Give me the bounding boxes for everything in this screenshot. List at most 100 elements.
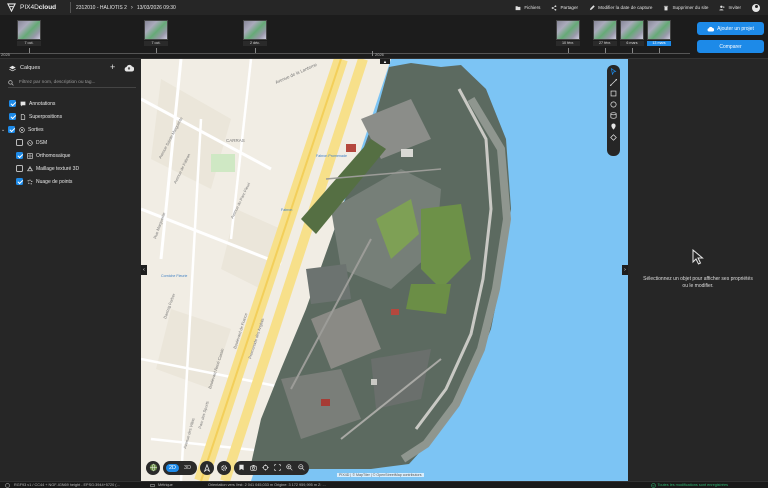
breadcrumb-project[interactable]: 2312010 - HALIOTIS 2 [76, 5, 127, 11]
document-icon [20, 113, 26, 120]
layer-dsm[interactable]: DSM [16, 138, 47, 147]
breadcrumb-date[interactable]: 13/03/2026 09:30 [137, 5, 176, 11]
layer-search[interactable]: Filtrez par nom, description ou tag... [8, 78, 136, 88]
compass-button[interactable] [200, 460, 215, 475]
collapse-left-panel-toggle[interactable]: ‹ [141, 265, 147, 275]
capture-thumbnail [620, 20, 644, 40]
timeline-tick [29, 48, 30, 53]
outputs-checkbox[interactable] [8, 126, 15, 133]
layers-panel: Calques + Filtrez par nom, description o… [0, 59, 141, 481]
circle-tool-icon[interactable] [610, 101, 617, 108]
crs-label[interactable]: RGF93 v1 / CC44 + NGF-IGN69 height - EPS… [14, 483, 120, 487]
capture-thumbnail [243, 20, 267, 40]
polygon-tool-icon[interactable] [610, 134, 617, 141]
layer-annotations[interactable]: Annotations [9, 99, 55, 108]
logo[interactable]: PIX4Dcloud [7, 3, 67, 12]
dsm-checkbox[interactable] [16, 139, 23, 146]
pointcloud-checkbox[interactable] [16, 178, 23, 185]
view-mode-toggle: 2D 3D [163, 460, 198, 475]
ruler-icon [150, 484, 155, 487]
compare-button[interactable]: Comparer [697, 40, 764, 53]
empty-selection-message: Sélectionnez un objet pour afficher ses … [643, 276, 753, 289]
collapse-timeline-toggle[interactable]: ▲ [380, 59, 390, 64]
map-canvas: Avenue de la Lanterne CARRAS Avenue Sain… [141, 59, 628, 481]
globe-icon [5, 483, 10, 488]
polyline-tool-icon[interactable] [610, 79, 617, 86]
timeline-thumb[interactable]: 7 oct. [17, 20, 41, 47]
layer-label: Nuage de points [36, 178, 73, 185]
invite-button[interactable]: Inviter [719, 5, 741, 11]
edit-capture-date-button[interactable]: Modifier la date de capture [589, 4, 653, 11]
settings-button[interactable] [217, 460, 232, 475]
layers-icon [9, 65, 16, 71]
capture-thumbnail [556, 20, 580, 40]
invite-label: Inviter [728, 5, 741, 10]
annotations-checkbox[interactable] [9, 100, 16, 107]
capture-thumbnail [17, 20, 41, 40]
pointer-select-icon[interactable] [610, 68, 617, 75]
folder-icon [515, 5, 521, 10]
map-drawing-toolbar [607, 65, 620, 156]
locate-icon[interactable] [262, 464, 269, 471]
properties-panel: Sélectionnez un objet pour afficher ses … [628, 59, 768, 481]
basemap-switcher[interactable] [146, 460, 160, 475]
layer-overlays[interactable]: Superpositions [9, 112, 62, 121]
mesh-checkbox[interactable] [16, 165, 23, 172]
save-status-text: Toutes les modifications sont enregistré… [657, 483, 729, 487]
layer-label: DSM [36, 139, 48, 146]
mode-2d-button[interactable]: 2D [166, 463, 180, 472]
timeline-thumb[interactable]: 10 févr. [556, 20, 580, 47]
layer-mesh[interactable]: Maillage texturé 3D [16, 164, 79, 173]
thumb-date: 13 mars [647, 41, 671, 46]
timeline-thumb-selected[interactable]: 13 mars [647, 20, 671, 47]
thumb-date: 10 févr. [556, 41, 580, 46]
add-project-button[interactable]: Ajouter un projet [697, 22, 764, 35]
add-layer-icon[interactable]: + [110, 62, 115, 72]
layer-pointcloud[interactable]: Nuage de points [16, 177, 72, 186]
thumb-date: 27 févr. [593, 41, 617, 46]
zoom-in-icon[interactable] [286, 464, 293, 471]
timeline-thumb[interactable]: 6 mars [620, 20, 644, 47]
search-icon [8, 79, 14, 86]
map-viewport[interactable]: Avenue de la Lanterne CARRAS Avenue Sain… [141, 59, 628, 481]
share-button[interactable]: Partager [551, 4, 579, 11]
layer-label: Sorties [28, 126, 44, 133]
layer-label: Superpositions [29, 113, 63, 120]
layer-outputs[interactable]: ⌄ Sorties [1, 125, 44, 134]
files-button[interactable]: Fichiers [515, 5, 540, 11]
breadcrumb: 2312010 - HALIOTIS 2 › 13/03/2026 09:30 [76, 5, 176, 11]
marker-tool-icon[interactable] [610, 123, 617, 130]
volume-tool-icon[interactable] [610, 112, 617, 119]
year-divider [372, 51, 373, 56]
cloud-upload-icon[interactable] [124, 64, 134, 72]
year-label: 2026 [375, 52, 384, 57]
rectangle-tool-icon[interactable] [610, 90, 617, 97]
map-tools-group [234, 460, 310, 475]
delete-site-button[interactable]: Supprimer du site [663, 5, 708, 11]
ortho-checkbox[interactable] [16, 152, 23, 159]
zoom-out-icon[interactable] [298, 464, 305, 471]
timeline-thumb[interactable]: 7 oct. [144, 20, 168, 47]
fit-extent-icon[interactable] [274, 464, 281, 471]
bookmark-icon[interactable] [238, 464, 245, 471]
share-label: Partager [560, 5, 579, 10]
timeline-thumb[interactable]: 2 déc. [243, 20, 267, 47]
layer-ortho[interactable]: Orthomosaïque [16, 151, 70, 160]
units-label[interactable]: Métrique [158, 483, 173, 487]
timeline-thumb[interactable]: 27 févr. [593, 20, 617, 47]
camera-icon[interactable] [250, 464, 257, 471]
edit-capture-date-label: Modifier la date de capture [598, 5, 653, 10]
mode-3d-button[interactable]: 3D [181, 464, 194, 472]
app-root: PIX4Dcloud 2312010 - HALIOTIS 2 › 13/03/… [0, 0, 768, 488]
chevron-right-icon: › [130, 4, 133, 11]
point-cloud-icon [27, 179, 33, 184]
map-label: Fabron Promenade [316, 154, 347, 158]
timeline-axis [0, 53, 690, 54]
compare-label: Comparer [719, 43, 742, 50]
user-avatar[interactable] [752, 3, 760, 12]
layers-header: Calques + [0, 59, 141, 77]
overlays-checkbox[interactable] [9, 113, 16, 120]
delete-site-label: Supprimer du site [672, 5, 709, 10]
chevron-down-icon[interactable]: ⌄ [1, 127, 6, 133]
map-label: Corniche Fleurie [161, 274, 187, 278]
